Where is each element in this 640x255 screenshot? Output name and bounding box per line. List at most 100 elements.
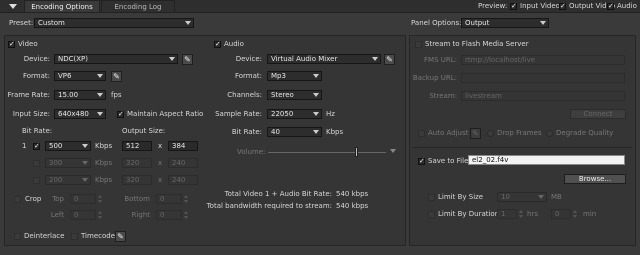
frame-rate-unit: fps bbox=[111, 91, 122, 99]
crop-bottom-input[interactable]: 0 bbox=[156, 194, 182, 204]
crop-right-label: Right bbox=[131, 211, 150, 219]
input-video-checkbox[interactable]: ✓ bbox=[510, 3, 517, 10]
audio-format-select[interactable]: Mp3 bbox=[267, 71, 322, 81]
duration-hours-stepper[interactable] bbox=[519, 209, 524, 219]
input-size-value: 640x480 bbox=[58, 110, 89, 118]
size-separator: x bbox=[158, 176, 163, 184]
save-to-file-checkbox[interactable]: ✓ bbox=[418, 158, 425, 165]
sample-rate-select[interactable]: 22050 bbox=[267, 109, 322, 119]
crop-right-input[interactable]: 0 bbox=[156, 210, 182, 220]
connect-button[interactable]: Connect bbox=[570, 109, 626, 119]
video-row-1-height-input[interactable]: 384 bbox=[168, 141, 198, 151]
output-video-checkbox[interactable]: ✓ bbox=[559, 3, 566, 10]
video-format-select[interactable]: VP6 bbox=[54, 71, 106, 81]
crop-top-stepper[interactable] bbox=[98, 194, 103, 204]
dropdown-arrow-icon bbox=[97, 74, 103, 78]
duration-hours-input[interactable]: 1 bbox=[497, 209, 517, 219]
crop-top-input[interactable]: 0 bbox=[70, 194, 96, 204]
video-checkbox[interactable]: ✓ bbox=[8, 41, 15, 48]
video-row-2-checkbox[interactable] bbox=[33, 160, 40, 167]
tab-encoding-log[interactable]: Encoding Log bbox=[101, 0, 175, 12]
dropdown-arrow-icon bbox=[538, 195, 544, 199]
video-row-3-checkbox[interactable] bbox=[33, 177, 40, 184]
stream-fms-checkbox[interactable] bbox=[415, 41, 422, 48]
save-filename-input[interactable]: el2_02.f4v bbox=[468, 155, 625, 165]
audio-device-label: Device: bbox=[235, 55, 262, 63]
stream-fms-label: Stream to Flash Media Server bbox=[425, 40, 529, 48]
audio-preview-label: Audio bbox=[617, 2, 637, 10]
fms-url-input[interactable]: rtmp://localhost/live bbox=[461, 55, 625, 65]
volume-arrow-icon[interactable] bbox=[390, 149, 396, 153]
bitrate-value: 300 bbox=[49, 159, 63, 167]
video-device-select[interactable]: NDC(XP) bbox=[54, 54, 178, 64]
video-device-value: NDC(XP) bbox=[58, 55, 88, 63]
channels-select[interactable]: Stereo bbox=[267, 90, 322, 100]
audio-preview-checkbox[interactable]: ✓ bbox=[607, 3, 614, 10]
maintain-aspect-checkbox[interactable]: ✓ bbox=[117, 111, 124, 118]
video-row-3-height-input[interactable]: 240 bbox=[168, 175, 198, 185]
audio-device-select[interactable]: Virtual Audio Mixer bbox=[267, 54, 381, 64]
audio-checkbox[interactable]: ✓ bbox=[214, 41, 221, 48]
maintain-aspect-label: Maintain Aspect Ratio bbox=[127, 110, 204, 118]
volume-slider-thumb[interactable] bbox=[354, 147, 358, 157]
panel-options-select[interactable]: Output bbox=[461, 18, 549, 28]
limit-size-select[interactable]: 10 bbox=[497, 192, 547, 202]
video-row-2-bitrate-select[interactable]: 300 bbox=[45, 158, 91, 168]
section-divider bbox=[412, 147, 632, 148]
limit-size-value: 10 bbox=[501, 193, 510, 201]
video-row-3-width-input[interactable]: 320 bbox=[122, 175, 152, 185]
crop-left-label: Left bbox=[50, 211, 64, 219]
input-size-select[interactable]: 640x480 bbox=[54, 109, 106, 119]
crop-bottom-stepper[interactable] bbox=[184, 194, 189, 204]
output-size-header: Output Size: bbox=[122, 127, 166, 135]
crop-left-input[interactable]: 0 bbox=[70, 210, 96, 220]
total-bitrate-value: 540 kbps bbox=[336, 190, 369, 198]
limit-by-duration-checkbox[interactable] bbox=[428, 211, 435, 218]
bitrate-unit: Kbps bbox=[95, 159, 113, 167]
auto-adjust-settings-wrench-icon[interactable]: ✎ bbox=[470, 128, 481, 139]
crop-left-stepper[interactable] bbox=[98, 210, 103, 220]
input-size-label: Input Size: bbox=[12, 110, 50, 118]
auto-adjust-checkbox[interactable] bbox=[418, 130, 425, 137]
video-row-1-width-input[interactable]: 512 bbox=[122, 141, 152, 151]
deinterlace-checkbox[interactable] bbox=[14, 233, 21, 240]
volume-label: Volume: bbox=[237, 148, 266, 156]
duration-hours-unit: hrs bbox=[527, 210, 538, 218]
channels-label: Channels: bbox=[227, 91, 262, 99]
duration-minutes-stepper[interactable] bbox=[573, 209, 578, 219]
tab-encoding-options[interactable]: Encoding Options bbox=[24, 0, 100, 12]
dropdown-arrow-icon bbox=[185, 21, 191, 25]
video-format-settings-wrench-icon[interactable]: ✎ bbox=[111, 71, 122, 82]
video-row-2-width-input[interactable]: 320 bbox=[122, 158, 152, 168]
timecode-checkbox[interactable] bbox=[71, 233, 78, 240]
audio-bit-rate-select[interactable]: 40 bbox=[267, 127, 322, 137]
video-row-1-checkbox[interactable]: ✓ bbox=[33, 143, 40, 150]
degrade-quality-label: Degrade Quality bbox=[556, 129, 614, 137]
stream-name-label: Stream: bbox=[429, 92, 457, 100]
collapse-triangle-icon[interactable] bbox=[9, 4, 17, 9]
video-row-1-bitrate-select[interactable]: 500 bbox=[45, 141, 91, 151]
degrade-quality-radio[interactable] bbox=[546, 130, 553, 137]
duration-minutes-input[interactable]: 0 bbox=[551, 209, 571, 219]
volume-slider-track[interactable] bbox=[268, 152, 386, 153]
backup-url-input[interactable] bbox=[461, 73, 625, 83]
channels-value: Stereo bbox=[271, 91, 294, 99]
crop-checkbox[interactable] bbox=[14, 196, 21, 203]
crop-right-stepper[interactable] bbox=[184, 210, 189, 220]
limit-by-duration-label: Limit By Duration bbox=[438, 210, 500, 218]
timecode-settings-wrench-icon[interactable]: ✎ bbox=[115, 231, 126, 242]
stream-name-input[interactable]: livestream bbox=[461, 91, 625, 101]
frame-rate-select[interactable]: 15.00 bbox=[54, 90, 106, 100]
crop-label: Crop bbox=[25, 195, 42, 203]
video-row-2-height-input[interactable]: 240 bbox=[168, 158, 198, 168]
total-bitrate-label: Total Video 1 + Audio Bit Rate: bbox=[224, 190, 332, 198]
preset-select[interactable]: Custom bbox=[34, 18, 194, 28]
drop-frames-radio[interactable] bbox=[487, 130, 494, 137]
duration-minutes-unit: min bbox=[583, 210, 597, 218]
limit-by-size-checkbox[interactable] bbox=[428, 194, 435, 201]
browse-button[interactable]: Browse... bbox=[564, 174, 626, 184]
audio-device-settings-wrench-icon[interactable]: ✎ bbox=[384, 54, 395, 65]
video-device-settings-wrench-icon[interactable]: ✎ bbox=[182, 54, 193, 65]
video-row-3-bitrate-select[interactable]: 200 bbox=[45, 175, 91, 185]
dropdown-arrow-icon bbox=[540, 21, 546, 25]
